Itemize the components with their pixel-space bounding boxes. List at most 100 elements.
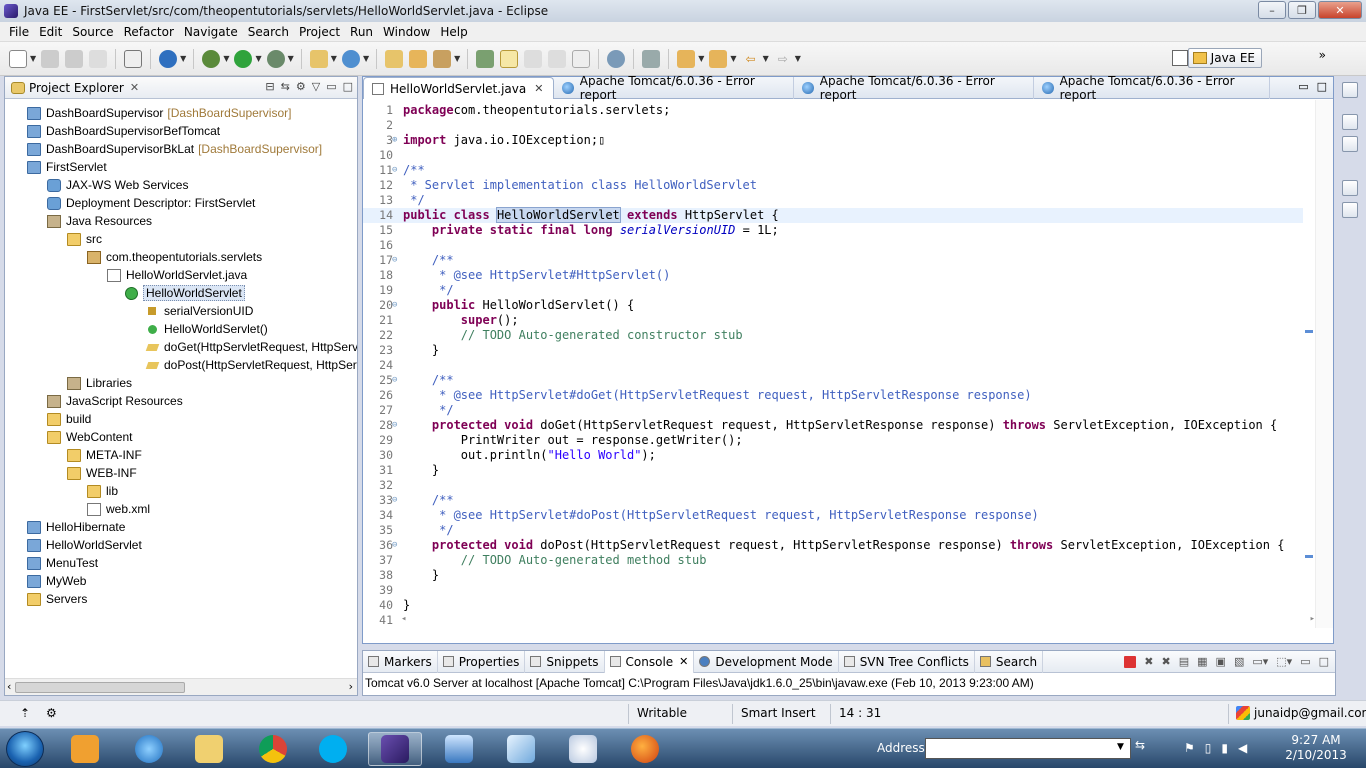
tree-item[interactable]: DashBoardSupervisorBkLat [DashBoardSuperv… <box>27 140 322 158</box>
scrollbar-thumb[interactable] <box>15 682 185 693</box>
back-icon[interactable]: ⇦ <box>742 50 760 68</box>
code-line[interactable]: 15 private static final long serialVersi… <box>363 223 1303 238</box>
scroll-right-icon[interactable]: ▸ <box>1310 614 1315 624</box>
project-tree[interactable]: DashBoardSupervisor [DashBoardSupervisor]… <box>5 100 357 678</box>
collapse-all-icon[interactable]: ⊟ <box>265 80 274 93</box>
new-java-project-icon[interactable] <box>309 49 328 68</box>
taskbar-skype[interactable] <box>306 732 360 766</box>
account-email[interactable]: junaidp@gmail.com <box>1254 706 1366 720</box>
tree-item[interactable]: build <box>47 410 91 428</box>
taskbar-clock[interactable]: 9:27 AM 2/10/2013 <box>1284 733 1348 763</box>
scroll-left-icon[interactable]: ◂ <box>401 614 406 624</box>
code-line[interactable]: 11 ⊖ /** <box>363 163 1303 178</box>
new-dropdown-icon[interactable]: ▼ <box>30 54 36 63</box>
search-icon[interactable] <box>433 49 452 68</box>
restore-icon[interactable] <box>1342 180 1358 196</box>
task-list-icon[interactable] <box>1342 136 1358 152</box>
code-line[interactable]: 17 ⊖ /** <box>363 253 1303 268</box>
terminate-icon[interactable] <box>1124 655 1137 668</box>
next-annotation-dropdown-icon[interactable]: ▼ <box>698 54 704 63</box>
overview-ruler[interactable] <box>1305 100 1313 628</box>
tab-console[interactable]: Console ✕ <box>604 650 695 673</box>
code-line[interactable]: 2 <box>363 118 1303 133</box>
taskbar-paint[interactable] <box>556 732 610 766</box>
tree-item[interactable]: DashBoardSupervisor [DashBoardSupervisor] <box>27 104 291 122</box>
tree-item[interactable]: HelloHibernate <box>27 518 125 536</box>
minimize-view-icon[interactable]: ▭ <box>326 80 336 93</box>
tree-item[interactable]: HelloWorldServlet.java <box>107 266 247 284</box>
block-selection-icon[interactable] <box>524 49 543 68</box>
debug-dropdown-icon[interactable]: ▼ <box>223 54 229 63</box>
minimize-editor-icon[interactable]: ▭ <box>1298 80 1308 93</box>
tab-error-report-1[interactable]: Apache Tomcat/6.0.36 - Error report <box>554 74 795 102</box>
tree-item[interactable]: MyWeb <box>27 572 86 590</box>
back-dropdown-icon[interactable]: ▼ <box>763 54 769 63</box>
fold-toggle-icon[interactable]: ⊖ <box>392 493 397 508</box>
fold-toggle-icon[interactable]: ⊖ <box>392 538 397 553</box>
address-input[interactable] <box>925 738 1131 759</box>
start-button[interactable] <box>6 731 44 767</box>
minimize-view-icon[interactable]: ▭ <box>1300 655 1310 668</box>
tab-error-report-2[interactable]: Apache Tomcat/6.0.36 - Error report <box>794 74 1035 102</box>
external-tools-dropdown-icon[interactable]: ▼ <box>288 54 294 63</box>
address-go-icon[interactable]: ⇆ <box>1135 738 1157 759</box>
tree-item[interactable]: HelloWorldServlet <box>125 284 245 302</box>
clear-console-icon[interactable]: ▤ <box>1179 655 1189 668</box>
tree-item[interactable]: Java Resources <box>47 212 152 230</box>
close-icon[interactable]: ✕ <box>679 655 688 668</box>
tab-search[interactable]: Search <box>975 650 1044 673</box>
tree-item[interactable]: META-INF <box>67 446 142 464</box>
run-icon[interactable] <box>234 49 253 68</box>
code-line[interactable]: 31 } <box>363 463 1303 478</box>
fold-toggle-icon[interactable]: ⊕ <box>392 133 397 148</box>
help-icon[interactable] <box>1342 202 1358 218</box>
tree-item[interactable]: src <box>67 230 102 248</box>
scroll-right-icon[interactable]: › <box>349 680 353 693</box>
task-marker[interactable] <box>1305 555 1313 558</box>
taskbar-chrome[interactable] <box>246 732 300 766</box>
tree-item[interactable]: FirstServlet <box>27 158 107 176</box>
taskbar-media-player[interactable] <box>58 732 112 766</box>
search-dropdown-icon[interactable]: ▼ <box>454 54 460 63</box>
previous-annotation-dropdown-icon[interactable]: ▼ <box>730 54 736 63</box>
settings-icon[interactable]: ⚙ <box>296 80 306 93</box>
code-line[interactable]: 28 ⊖ protected void doGet(HttpServletRequ… <box>363 418 1303 433</box>
close-icon[interactable]: ✕ <box>534 82 543 95</box>
open-perspective-icon[interactable] <box>1172 50 1188 66</box>
code-line[interactable]: 25 ⊖ /** <box>363 373 1303 388</box>
code-line[interactable]: 26 * @see HttpServlet#doGet(HttpServletR… <box>363 388 1303 403</box>
external-tools-icon[interactable] <box>266 49 285 68</box>
tab-error-report-3[interactable]: Apache Tomcat/6.0.36 - Error report <box>1034 74 1271 102</box>
code-line[interactable]: 27 */ <box>363 403 1303 418</box>
pin-editor-icon[interactable] <box>642 49 661 68</box>
account-icon[interactable] <box>1236 706 1250 720</box>
menu-run[interactable]: Run <box>345 25 378 39</box>
save-all-icon[interactable] <box>65 49 84 68</box>
display-console-icon[interactable]: ▭▾ <box>1252 655 1268 668</box>
tab-helloworldservlet-java[interactable]: HelloWorldServlet.java ✕ <box>363 77 555 99</box>
fold-toggle-icon[interactable]: ⊖ <box>392 253 397 268</box>
code-line[interactable]: 29 PrintWriter out = response.getWriter(… <box>363 433 1303 448</box>
editor-horizontal-scrollbar[interactable]: ◂ ▸ <box>401 614 1315 628</box>
tree-item[interactable]: doGet(HttpServletRequest, HttpServl <box>145 338 357 356</box>
previous-annotation-icon[interactable] <box>709 49 728 68</box>
eclipse-app-icon[interactable] <box>4 4 18 18</box>
toggle-breadcrumb-icon[interactable] <box>476 49 495 68</box>
view-menu-icon[interactable]: ▽ <box>312 80 320 93</box>
taskbar-eclipse[interactable] <box>368 732 422 766</box>
maximize-view-icon[interactable]: □ <box>343 80 353 93</box>
restore-icon[interactable] <box>1342 82 1358 98</box>
network-icon[interactable]: ▮ <box>1221 741 1228 755</box>
taskbar-remote-desktop[interactable] <box>432 732 486 766</box>
web-browser-icon[interactable] <box>159 49 178 68</box>
fast-view-icon[interactable]: ⇡ <box>20 706 30 720</box>
globe-icon[interactable] <box>607 49 626 68</box>
maximize-editor-icon[interactable]: □ <box>1317 80 1327 93</box>
fold-toggle-icon[interactable]: ⊖ <box>392 163 397 178</box>
word-wrap-icon[interactable] <box>548 49 567 68</box>
editor-vertical-scrollbar[interactable] <box>1315 100 1333 628</box>
menu-window[interactable]: Window <box>378 25 435 39</box>
taskbar-internet-explorer[interactable] <box>122 732 176 766</box>
tree-item[interactable]: serialVersionUID <box>145 302 253 320</box>
perspective-overflow-icon[interactable]: » <box>1319 48 1326 62</box>
